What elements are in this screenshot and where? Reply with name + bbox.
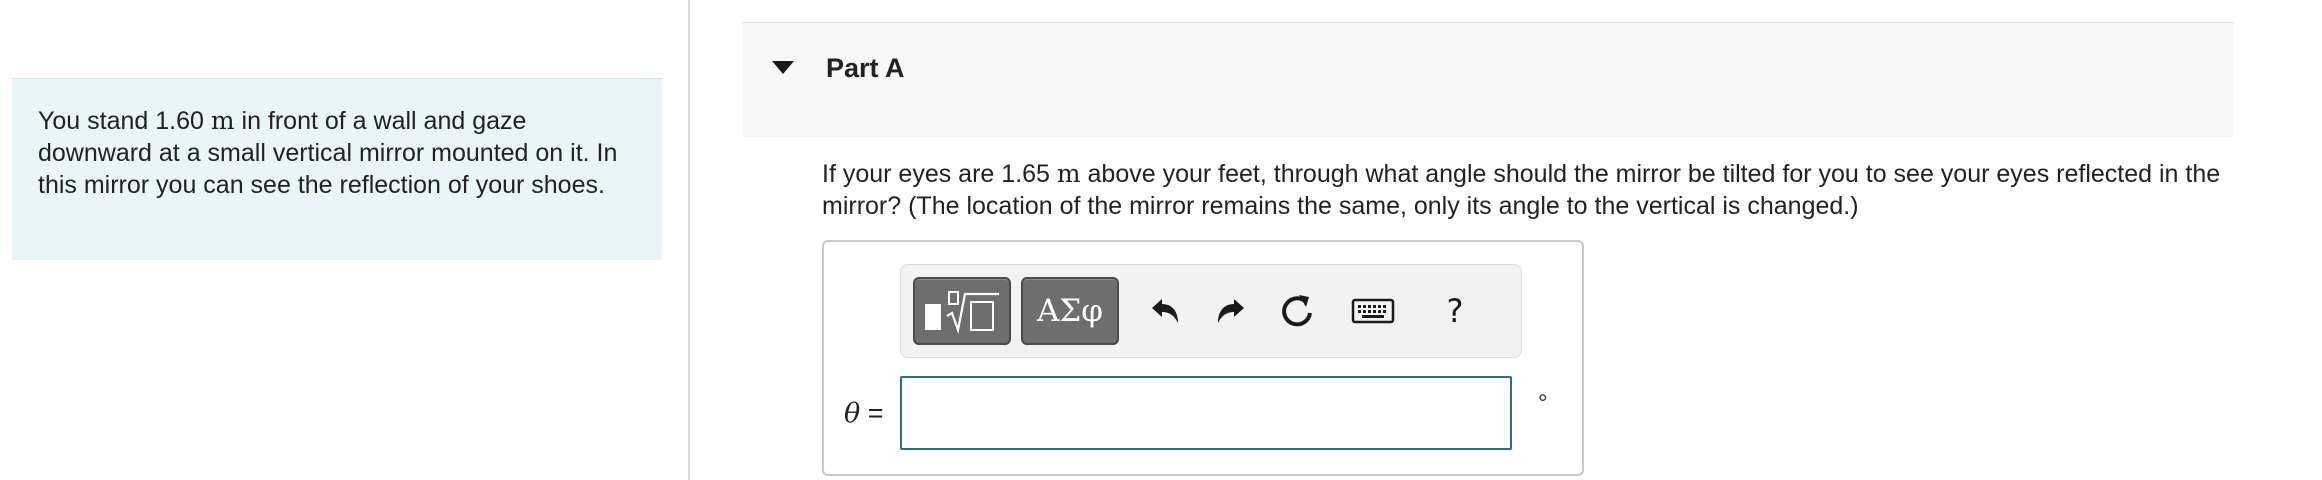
equals-sign: = <box>860 398 884 428</box>
templates-button[interactable] <box>913 277 1011 345</box>
intro-unit: m <box>210 106 235 135</box>
symbols-button[interactable]: ΑΣφ <box>1021 277 1119 345</box>
keyboard-button[interactable] <box>1343 287 1403 335</box>
keyboard-icon <box>1351 298 1395 324</box>
problem-intro: You stand 1.60 m in front of a wall and … <box>12 78 662 260</box>
undo-button[interactable] <box>1141 287 1189 335</box>
answer-label: θ = <box>844 398 884 429</box>
templates-icon <box>925 291 999 335</box>
intro-text-start: You stand 1.60 <box>38 107 211 135</box>
reset-button[interactable] <box>1273 287 1321 335</box>
caret-down-icon[interactable] <box>772 61 794 74</box>
question-unit: m <box>1056 159 1081 188</box>
answer-input[interactable] <box>900 376 1512 450</box>
redo-button[interactable] <box>1207 287 1255 335</box>
part-a-header[interactable]: Part A <box>742 22 2234 137</box>
redo-icon <box>1218 299 1244 323</box>
reset-icon <box>1282 295 1312 327</box>
part-title: Part A <box>826 53 905 83</box>
question-text-start: If your eyes are 1.65 <box>822 160 1057 188</box>
math-toolbar: ΑΣφ ? <box>900 264 1522 358</box>
page: You stand 1.60 m in front of a wall and … <box>0 0 2322 480</box>
column-divider <box>688 0 690 480</box>
answer-box: ΑΣφ ? θ = ° <box>822 240 1584 476</box>
help-button[interactable]: ? <box>1431 287 1479 335</box>
question-text: If your eyes are 1.65 m above your feet,… <box>822 158 2222 222</box>
undo-icon <box>1152 299 1178 323</box>
degree-unit: ° <box>1538 390 1548 417</box>
theta-symbol: θ <box>844 398 861 429</box>
